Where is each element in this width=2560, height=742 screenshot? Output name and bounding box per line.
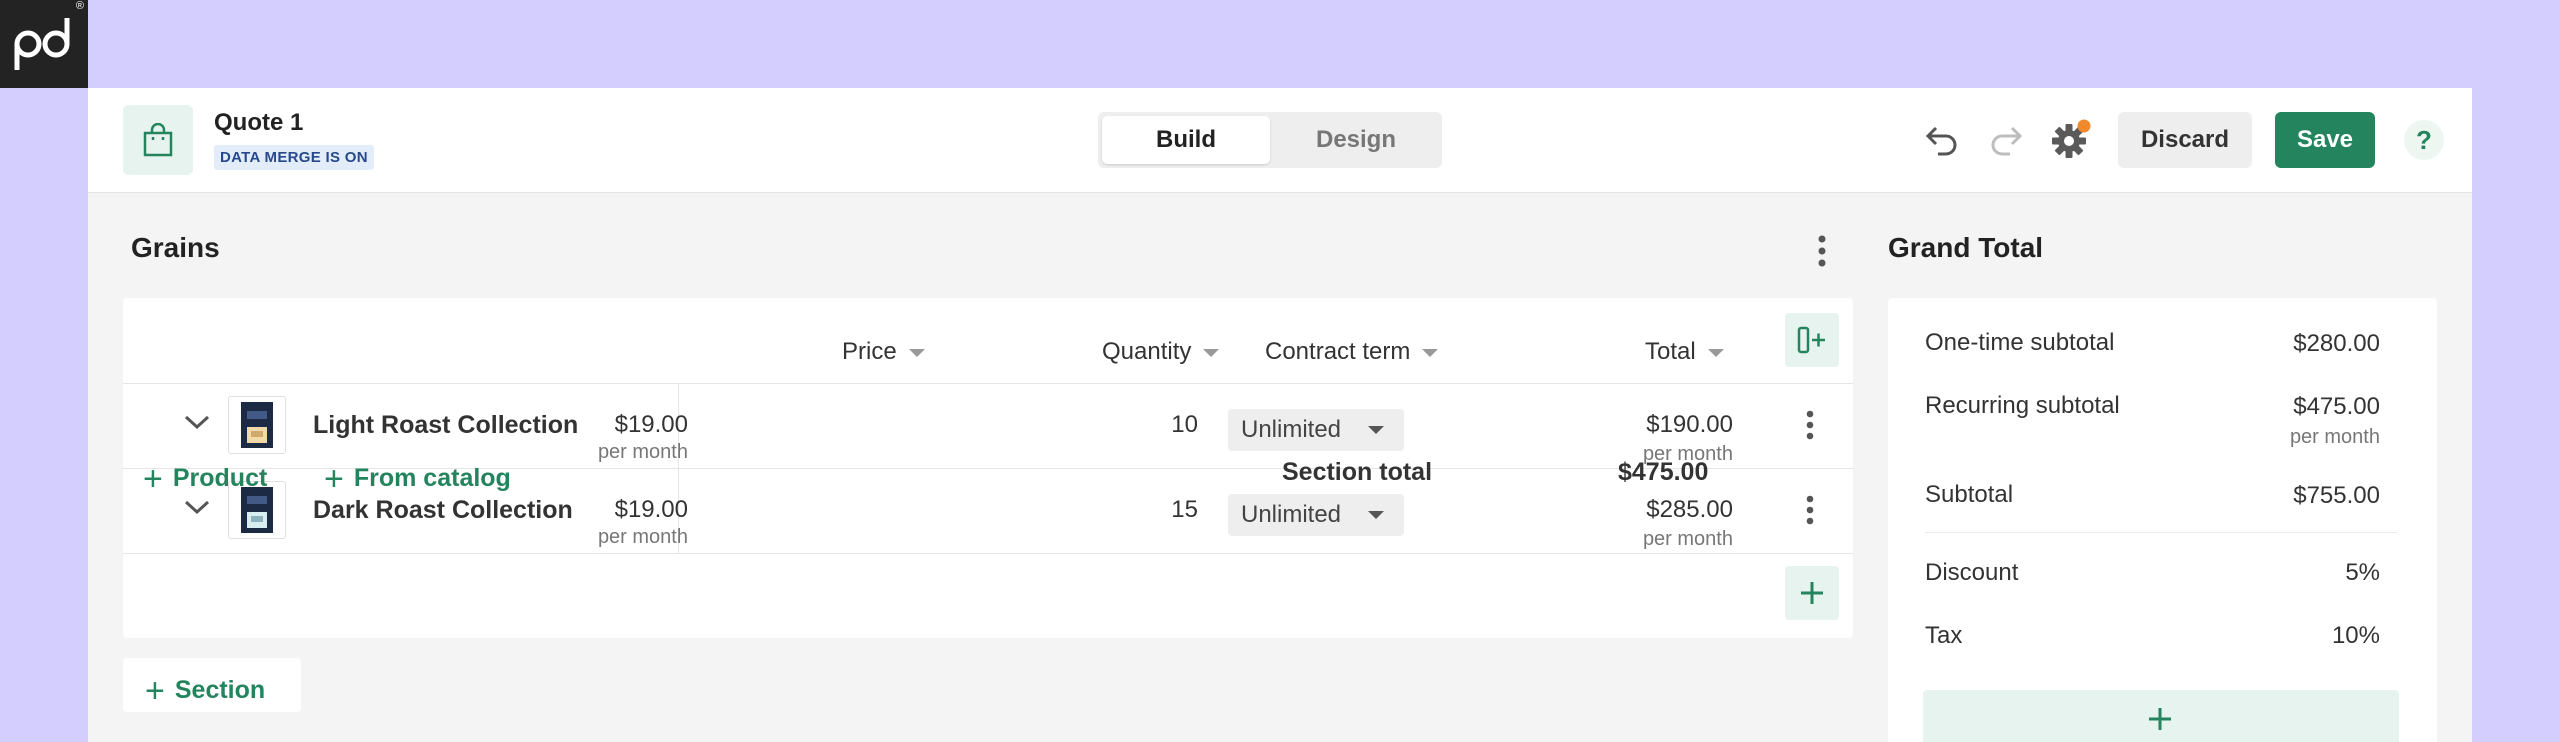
settings-gear-icon[interactable] [2050,118,2092,160]
plus-icon [2149,708,2171,730]
table-row[interactable]: Light Roast Collection $19.00 per month … [123,383,1853,468]
row-more-icon[interactable] [1804,494,1816,526]
sort-caret-icon [908,348,925,357]
plus-icon: + [324,460,344,498]
quantity-value[interactable]: 15 [1171,496,1198,524]
add-from-catalog-button[interactable]: + From catalog [324,460,511,499]
recurring-period: per month [2289,426,2380,448]
pandadoc-logo-icon [14,18,70,70]
section-total-label: Section total [1282,458,1433,486]
registered-mark: ® [75,0,84,12]
dropdown-caret-icon [1368,426,1384,434]
dropdown-caret-icon [1368,511,1384,519]
sort-caret-icon [1203,348,1220,357]
recurring-subtotal-value: $475.00 [2293,393,2380,420]
plus-icon: + [143,460,163,498]
price-period: per month [597,526,688,548]
divider [1925,532,2397,533]
tab-build[interactable]: Build [1102,116,1270,164]
section-title[interactable]: Grains [131,232,220,264]
notification-dot [2077,119,2091,133]
sort-caret-icon [1422,348,1439,357]
contract-term-select[interactable]: Unlimited [1228,409,1404,451]
column-header-total[interactable]: Total [1645,338,1724,366]
quantity-value[interactable]: 10 [1171,411,1198,439]
add-product-button[interactable]: + Product [143,460,267,499]
product-name[interactable]: Light Roast Collection [313,411,578,440]
column-header-price[interactable]: Price [842,338,925,366]
total-value: $190.00 [1646,411,1733,438]
tax-value[interactable]: 10% [2332,622,2380,650]
price-period: per month [597,441,688,463]
subtotal-label: Subtotal [1925,481,2014,508]
product-thumbnail [228,396,286,454]
add-column-icon [1797,326,1825,354]
brand-logo: ® [0,0,88,88]
contract-term-select[interactable]: Unlimited [1228,494,1404,536]
sort-caret-icon [1707,348,1724,357]
quote-title[interactable]: Quote 1 [214,109,303,137]
discard-button[interactable]: Discard [2118,112,2252,168]
total-period: per month [1642,528,1733,550]
total-value: $285.00 [1646,496,1733,523]
price-value[interactable]: $19.00 [615,496,688,524]
section-more-icon[interactable] [1816,234,1828,268]
grand-total-title: Grand Total [1888,232,2044,263]
one-time-subtotal-value: $280.00 [2293,330,2380,357]
discount-label[interactable]: Discount [1925,559,2018,587]
row-more-icon[interactable] [1804,409,1816,441]
top-bar: Quote 1 DATA MERGE IS ON Build Design Di… [88,88,2472,193]
undo-icon[interactable] [1924,124,1960,156]
add-row-button[interactable] [1785,566,1839,620]
tax-label[interactable]: Tax [1925,622,1962,650]
plus-icon: + [145,672,165,710]
one-time-subtotal-label: One-time subtotal [1925,329,2115,356]
add-section-button[interactable]: + Section [123,658,301,712]
quote-builder: Quote 1 DATA MERGE IS ON Build Design Di… [88,88,2472,742]
help-icon[interactable]: ? [2404,120,2444,160]
save-button[interactable]: Save [2275,112,2375,168]
data-merge-badge: DATA MERGE IS ON [214,145,374,170]
quote-block-icon[interactable] [123,105,193,175]
shopping-bag-icon [143,123,173,157]
column-header-quantity[interactable]: Quantity [1102,338,1220,366]
tab-design[interactable]: Design [1274,116,1438,164]
chevron-down-icon[interactable] [183,413,211,431]
plus-icon [1801,582,1823,604]
product-name[interactable]: Dark Roast Collection [313,496,573,525]
subtotal-value: $755.00 [2293,482,2380,509]
section-total-value: $475.00 [1618,458,1709,486]
discount-value[interactable]: 5% [2345,559,2380,587]
mode-switch: Build Design [1098,112,1442,168]
recurring-subtotal-label: Recurring subtotal [1925,392,2120,419]
add-column-button[interactable] [1785,313,1839,367]
redo-icon[interactable] [1988,124,2024,156]
price-value[interactable]: $19.00 [615,411,688,439]
column-header-contract-term[interactable]: Contract term [1265,338,1439,366]
coffee-bag-image [241,402,273,448]
grand-total-panel: One-time subtotal $280.00 Recurring subt… [1888,298,2437,742]
divider [123,553,1853,554]
add-adjustment-button[interactable] [1923,690,2399,742]
chevron-down-icon[interactable] [183,498,211,516]
